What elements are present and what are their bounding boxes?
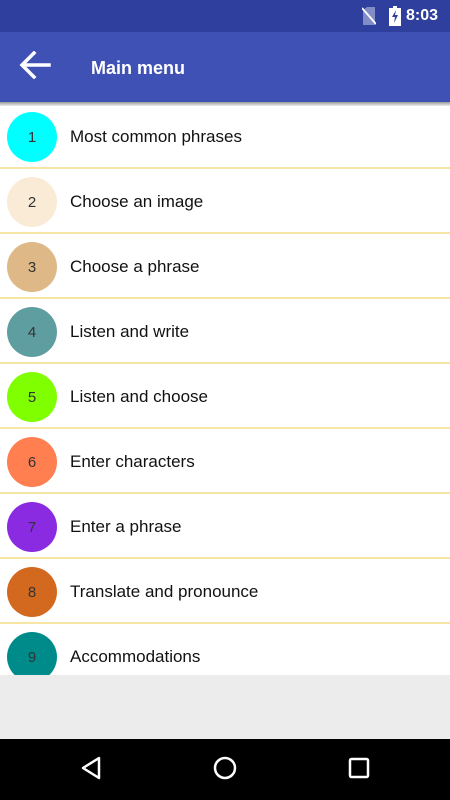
- empty-area: [0, 675, 450, 739]
- menu-item[interactable]: 4 Listen and write: [0, 301, 450, 364]
- menu-item[interactable]: 6 Enter characters: [0, 431, 450, 494]
- menu-item-label: Choose a phrase: [70, 257, 200, 276]
- back-triangle-icon: [79, 755, 103, 786]
- menu-item-label: Listen and choose: [70, 387, 208, 406]
- app-bar: Main menu: [0, 32, 450, 102]
- status-bar: 8:03: [0, 0, 450, 32]
- menu-item-label: Accommodations: [70, 647, 201, 666]
- nav-home-button[interactable]: [208, 753, 242, 787]
- menu-item-label: Enter characters: [70, 452, 195, 471]
- no-sim-icon: [361, 7, 377, 25]
- menu-item[interactable]: 9 Accommodations: [0, 626, 450, 675]
- menu-item-label: Choose an image: [70, 192, 204, 211]
- number-badge: 4: [7, 307, 57, 357]
- menu-item[interactable]: 3 Choose a phrase: [0, 236, 450, 299]
- number-badge: 3: [7, 242, 57, 292]
- nav-recents-button[interactable]: [342, 753, 376, 787]
- page-title: Main menu: [91, 58, 186, 78]
- number-badge: 2: [7, 177, 57, 227]
- number-badge: 1: [7, 112, 57, 162]
- back-button[interactable]: [14, 46, 56, 88]
- menu-item[interactable]: 2 Choose an image: [0, 171, 450, 234]
- menu-item[interactable]: 5 Listen and choose: [0, 366, 450, 429]
- arrow-left-icon: [19, 50, 51, 84]
- menu-item[interactable]: 1 Most common phrases: [0, 106, 450, 169]
- menu-list[interactable]: 1 Most common phrases 2 Choose an image …: [0, 106, 450, 675]
- clock: 8:03: [405, 7, 438, 24]
- home-circle-icon: [212, 755, 238, 786]
- navigation-bar: [0, 739, 450, 800]
- recents-square-icon: [347, 756, 371, 785]
- number-badge: 7: [7, 502, 57, 552]
- number-badge: 5: [7, 372, 57, 422]
- menu-item-label: Listen and write: [70, 322, 190, 341]
- menu-item[interactable]: 7 Enter a phrase: [0, 496, 450, 559]
- battery-charging-icon: [389, 6, 401, 26]
- number-badge: 8: [7, 567, 57, 617]
- nav-back-button[interactable]: [74, 753, 108, 787]
- menu-item[interactable]: 8 Translate and pronounce: [0, 561, 450, 624]
- menu-item-label: Enter a phrase: [70, 517, 182, 536]
- number-badge: 9: [7, 632, 57, 675]
- number-badge: 6: [7, 437, 57, 487]
- menu-item-label: Translate and pronounce: [70, 582, 259, 601]
- menu-item-label: Most common phrases: [70, 127, 242, 146]
